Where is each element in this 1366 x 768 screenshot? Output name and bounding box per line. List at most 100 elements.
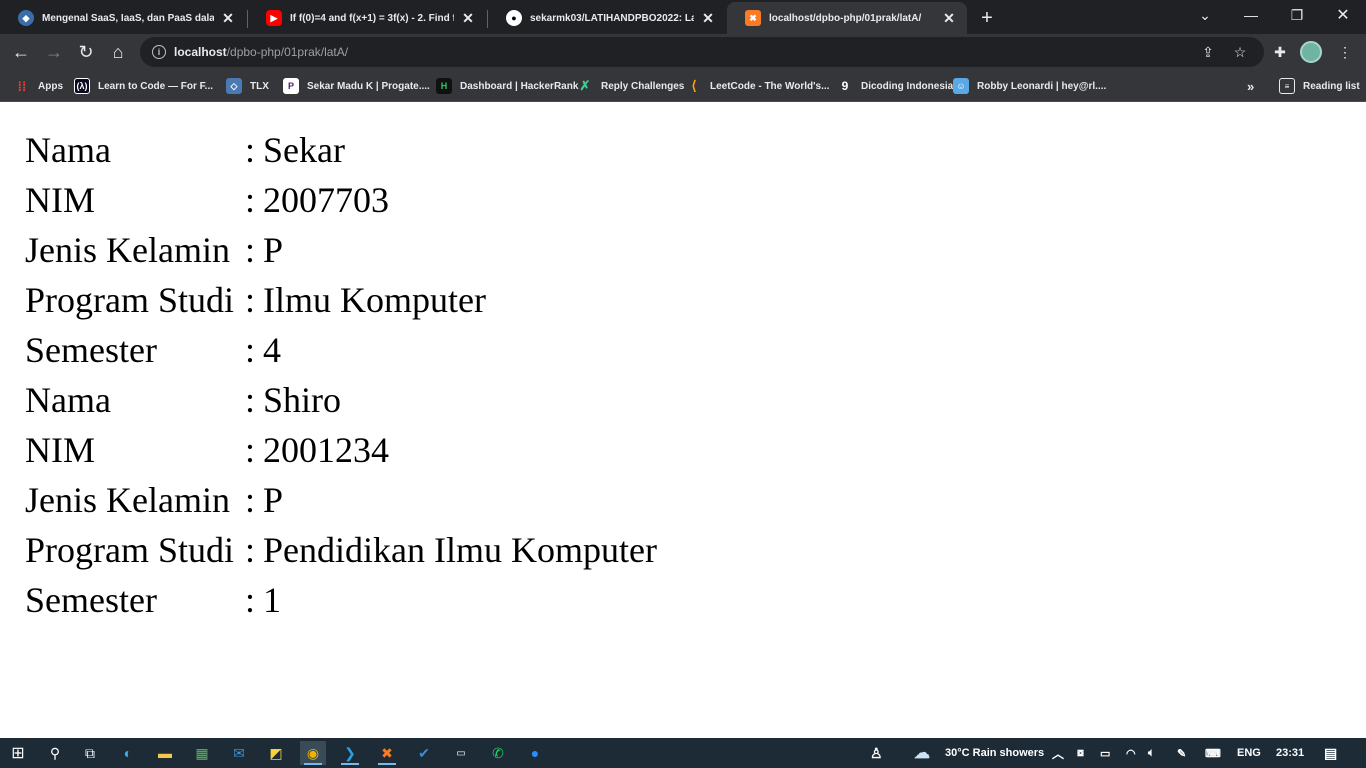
dicoding-icon: 9	[841, 79, 849, 93]
bookmark-label: Learn to Code — For F...	[98, 80, 214, 92]
window-close-button[interactable]: ✕	[1320, 0, 1366, 30]
zoom-icon[interactable]: ●	[522, 741, 548, 765]
bookmark-robby[interactable]: ☺ Robby Leonardi | hey@rl....	[953, 77, 1106, 95]
tab-title: If f(0)=4 and f(x+1) = 3f(x) - 2. Find f…	[290, 12, 454, 24]
record-row: Program Studi : Pendidikan Ilmu Komputer	[25, 525, 657, 575]
restore-button[interactable]: ❐	[1274, 0, 1320, 30]
chevron-up-icon[interactable]: ︿	[1052, 738, 1064, 768]
menu-kebab-icon[interactable]: ⋮	[1335, 42, 1355, 62]
search-icon[interactable]: ⚲	[42, 741, 68, 765]
bookmark-tlx[interactable]: ◇ TLX	[226, 77, 269, 95]
language-indicator[interactable]: ENG	[1237, 738, 1261, 768]
bookmark-apps[interactable]: ⁞⁞ Apps	[14, 77, 63, 95]
bookmark-star-icon[interactable]: ☆	[1230, 42, 1250, 62]
field-label: NIM	[25, 430, 95, 470]
field-value: Shiro	[263, 380, 342, 420]
forward-button[interactable]: →	[40, 38, 68, 66]
task-view-icon[interactable]: ⧉	[77, 741, 103, 765]
record-row: Nama : Shiro	[25, 375, 657, 425]
record-row: Jenis Kelamin : P	[25, 225, 657, 275]
record-list: Nama : Sekar NIM : 2007703 Jenis Kelamin…	[25, 125, 657, 625]
vscode-icon[interactable]: ❯	[337, 741, 363, 765]
todo-icon[interactable]: ✔	[411, 741, 437, 765]
progate-icon: P	[283, 78, 299, 94]
chrome-taskbar-icon[interactable]: ◉	[300, 741, 326, 765]
meet-now-icon[interactable]: ⧇	[1077, 738, 1084, 768]
field-label: Program Studi	[25, 530, 235, 570]
address-bar[interactable]: i localhost /dpbo-php/01prak/latA/	[140, 37, 1264, 67]
reading-list-button[interactable]: ≡ Reading list	[1279, 77, 1360, 95]
close-icon[interactable]: ✕	[460, 10, 476, 26]
reading-list-label: Reading list	[1303, 80, 1360, 92]
keyboard-icon[interactable]: ⌨	[1205, 738, 1221, 768]
edge-icon[interactable]: ◐	[115, 741, 141, 765]
field-separator: :	[245, 230, 256, 270]
bookmark-reply[interactable]: ✗ Reply Challenges	[577, 77, 685, 95]
weather-text[interactable]: 30°C Rain showers	[945, 738, 1044, 768]
field-separator: :	[245, 280, 256, 320]
battery-icon[interactable]: ▭	[1100, 738, 1110, 768]
field-value: Ilmu Komputer	[263, 280, 486, 320]
bookmark-freecodecamp[interactable]: (λ) Learn to Code — For F...	[74, 77, 213, 95]
share-icon[interactable]: ⇪	[1198, 42, 1218, 62]
whatsapp-icon[interactable]: ✆	[485, 741, 511, 765]
mail-icon[interactable]: ✉	[226, 741, 252, 765]
field-label: NIM	[25, 180, 95, 220]
new-tab-button[interactable]: +	[974, 5, 1000, 31]
field-value: Sekar	[263, 130, 345, 170]
file-explorer-icon[interactable]: ▬	[152, 741, 178, 765]
clock[interactable]: 23:31	[1276, 738, 1304, 768]
field-label: Semester	[25, 580, 157, 620]
people-icon[interactable]: ♙	[870, 738, 883, 768]
tab-youtube[interactable]: ▶ If f(0)=4 and f(x+1) = 3f(x) - 2. Find…	[248, 2, 486, 34]
volume-icon[interactable]: 🔈︎	[1148, 738, 1155, 768]
notifications-icon[interactable]: ▤	[1324, 738, 1337, 768]
xampp-taskbar-icon[interactable]: ✖	[374, 741, 400, 765]
field-label: Semester	[25, 330, 157, 370]
tab-title: localhost/dpbo-php/01prak/latA/	[769, 12, 922, 24]
field-label: Jenis Kelamin	[25, 230, 230, 270]
sticky-notes-icon[interactable]: ◩	[263, 741, 289, 765]
tab-github[interactable]: ● sekarmk03/LATIHANDPBO2022: Latihan ✕	[488, 2, 726, 34]
bookmark-progate[interactable]: P Sekar Madu K | Progate....	[283, 77, 430, 95]
bookmark-dicoding[interactable]: 9 Dicoding Indonesia	[837, 77, 954, 95]
site-info-icon[interactable]: i	[152, 45, 166, 59]
active-indicator	[341, 763, 359, 765]
tab-saas[interactable]: ◆ Mengenal SaaS, IaaS, dan PaaS dalam Cl…	[0, 2, 246, 34]
terminal-icon[interactable]: ▭	[448, 741, 474, 765]
bookmark-leetcode[interactable]: ⟨ LeetCode - The World's...	[686, 77, 829, 95]
extensions-icon[interactable]: ✚	[1270, 42, 1290, 62]
close-icon[interactable]: ✕	[941, 10, 957, 26]
field-value: 1	[263, 580, 281, 620]
tab-search-icon[interactable]: ⌄	[1182, 0, 1228, 30]
url-host: localhost	[174, 45, 227, 59]
pen-icon[interactable]: ✎	[1177, 738, 1186, 768]
home-button[interactable]: ⌂	[104, 38, 132, 66]
close-icon[interactable]: ✕	[220, 10, 236, 26]
record-row: Semester : 4	[25, 325, 657, 375]
tab-localhost[interactable]: ✖ localhost/dpbo-php/01prak/latA/ ✕	[727, 2, 967, 34]
youtube-icon: ▶	[266, 10, 282, 26]
bookmark-label: TLX	[250, 80, 269, 92]
field-value: 2001234	[263, 430, 389, 470]
bookmark-label: Robby Leonardi | hey@rl....	[977, 80, 1107, 92]
store-icon[interactable]: ▦	[189, 741, 215, 765]
active-indicator	[378, 763, 396, 765]
bookmark-label: Sekar Madu K | Progate....	[307, 80, 430, 92]
close-icon[interactable]: ✕	[700, 10, 716, 26]
field-label: Nama	[25, 380, 111, 420]
github-icon: ●	[506, 10, 522, 26]
profile-avatar[interactable]	[1300, 41, 1322, 63]
back-button[interactable]: ←	[7, 38, 35, 66]
wifi-icon[interactable]: ◠	[1126, 738, 1136, 768]
field-separator: :	[245, 130, 256, 170]
windows-start-icon[interactable]: ⊞	[5, 741, 31, 765]
reload-button[interactable]: ↻	[72, 38, 100, 66]
tab-title: Mengenal SaaS, IaaS, dan PaaS dalam Clo	[42, 12, 214, 24]
more-bookmarks-icon[interactable]: »	[1247, 77, 1254, 95]
leetcode-icon: ⟨	[691, 78, 697, 93]
field-separator: :	[245, 480, 256, 520]
robby-icon: ☺	[953, 78, 969, 94]
bookmark-hackerrank[interactable]: H Dashboard | HackerRank	[436, 77, 578, 95]
minimize-button[interactable]: —	[1228, 0, 1274, 30]
